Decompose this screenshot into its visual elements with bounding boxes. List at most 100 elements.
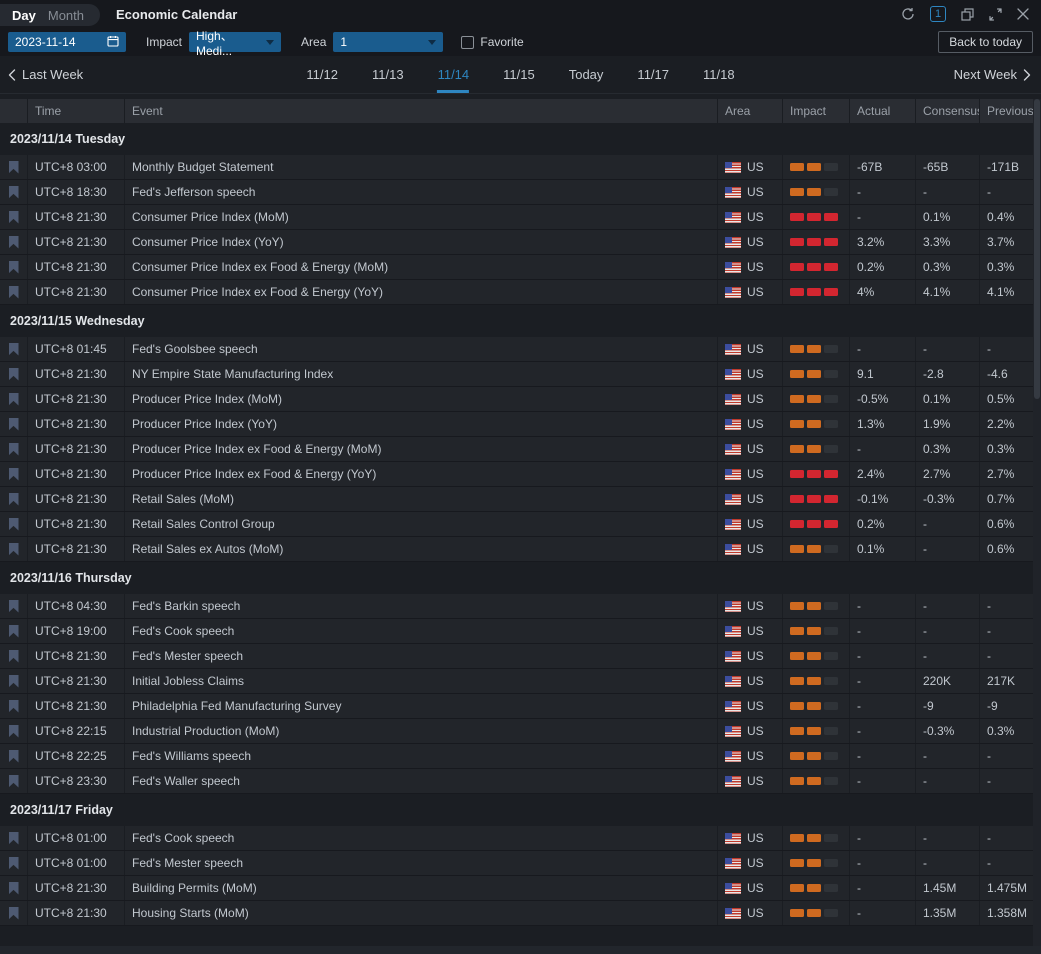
restore-window-icon[interactable] xyxy=(961,8,974,21)
bookmark-icon[interactable] xyxy=(9,725,19,738)
favorite-checkbox[interactable] xyxy=(461,36,474,49)
table-row[interactable]: UTC+8 03:00Monthly Budget StatementUS-67… xyxy=(0,155,1041,180)
area-label: US xyxy=(747,260,764,274)
consensus-cell: - xyxy=(916,337,980,361)
actual-cell: 2.4% xyxy=(850,462,916,486)
week-day-tab-11-13[interactable]: 11/13 xyxy=(370,56,406,93)
bookmark-icon[interactable] xyxy=(9,907,19,920)
bookmark-icon[interactable] xyxy=(9,493,19,506)
impact-bar-segment xyxy=(807,884,821,892)
week-day-tab-11-18[interactable]: 11/18 xyxy=(701,56,737,93)
table-row[interactable]: UTC+8 19:00Fed's Cook speechUS--- xyxy=(0,619,1041,644)
actual-cell: 1.3% xyxy=(850,412,916,436)
bookmark-icon[interactable] xyxy=(9,700,19,713)
table-row[interactable]: UTC+8 22:15Industrial Production (MoM)US… xyxy=(0,719,1041,744)
table-row[interactable]: UTC+8 18:30Fed's Jefferson speechUS--- xyxy=(0,180,1041,205)
scrollbar-thumb[interactable] xyxy=(1034,99,1040,399)
bookmark-icon[interactable] xyxy=(9,518,19,531)
table-row[interactable]: UTC+8 21:30NY Empire State Manufacturing… xyxy=(0,362,1041,387)
refresh-icon[interactable] xyxy=(901,7,915,21)
bookmark-icon[interactable] xyxy=(9,832,19,845)
bookmark-icon[interactable] xyxy=(9,211,19,224)
us-flag-icon xyxy=(725,601,741,612)
bookmark-icon[interactable] xyxy=(9,882,19,895)
table-row[interactable]: UTC+8 23:30Fed's Waller speechUS--- xyxy=(0,769,1041,794)
close-icon[interactable] xyxy=(1017,8,1029,20)
impact-bar-segment xyxy=(790,884,804,892)
impact-bar-segment xyxy=(807,752,821,760)
actual-cell: - xyxy=(850,719,916,743)
us-flag-icon xyxy=(725,519,741,530)
week-day-tab-11-17[interactable]: 11/17 xyxy=(635,56,671,93)
actual-cell: - xyxy=(850,594,916,618)
table-row[interactable]: UTC+8 21:30Consumer Price Index ex Food … xyxy=(0,280,1041,305)
week-day-tab-11-15[interactable]: 11/15 xyxy=(501,56,537,93)
table-row[interactable]: UTC+8 01:45Fed's Goolsbee speechUS--- xyxy=(0,337,1041,362)
bookmark-icon[interactable] xyxy=(9,418,19,431)
consensus-cell: 1.35M xyxy=(916,901,980,925)
table-row[interactable]: UTC+8 21:30Consumer Price Index (YoY)US3… xyxy=(0,230,1041,255)
table-row[interactable]: UTC+8 21:30Consumer Price Index ex Food … xyxy=(0,255,1041,280)
bookmark-icon[interactable] xyxy=(9,625,19,638)
tab-month[interactable]: Month xyxy=(42,8,90,23)
vertical-scrollbar[interactable] xyxy=(1033,99,1041,946)
table-row[interactable]: UTC+8 22:25Fed's Williams speechUS--- xyxy=(0,744,1041,769)
table-row[interactable]: UTC+8 21:30Initial Jobless ClaimsUS-220K… xyxy=(0,669,1041,694)
week-day-tab-11-14[interactable]: 11/14 xyxy=(436,56,472,93)
table-row[interactable]: UTC+8 21:30Housing Starts (MoM)US-1.35M1… xyxy=(0,901,1041,926)
bookmark-icon[interactable] xyxy=(9,650,19,663)
bookmark-icon[interactable] xyxy=(9,186,19,199)
bookmark-icon[interactable] xyxy=(9,468,19,481)
bookmark-icon[interactable] xyxy=(9,543,19,556)
week-day-tab-Today[interactable]: Today xyxy=(567,56,606,93)
table-row[interactable]: UTC+8 21:30Building Permits (MoM)US-1.45… xyxy=(0,876,1041,901)
bookmark-icon[interactable] xyxy=(9,750,19,763)
area-cell: US xyxy=(718,594,783,618)
bookmark-icon[interactable] xyxy=(9,857,19,870)
table-row[interactable]: UTC+8 01:00Fed's Cook speechUS--- xyxy=(0,826,1041,851)
table-row[interactable]: UTC+8 21:30Producer Price Index (MoM)US-… xyxy=(0,387,1041,412)
section-date-header: 2023/11/15 Wednesday xyxy=(0,305,1041,337)
actual-cell: 3.2% xyxy=(850,230,916,254)
table-row[interactable]: UTC+8 21:30Philadelphia Fed Manufacturin… xyxy=(0,694,1041,719)
area-cell: US xyxy=(718,901,783,925)
table-row[interactable]: UTC+8 01:00Fed's Mester speechUS--- xyxy=(0,851,1041,876)
table-row[interactable]: UTC+8 04:30Fed's Barkin speechUS--- xyxy=(0,594,1041,619)
table-row[interactable]: UTC+8 21:30Consumer Price Index (MoM)US-… xyxy=(0,205,1041,230)
bookmark-icon[interactable] xyxy=(9,775,19,788)
bookmark-icon[interactable] xyxy=(9,286,19,299)
bookmark-icon[interactable] xyxy=(9,236,19,249)
bookmark-icon[interactable] xyxy=(9,393,19,406)
bookmark-icon[interactable] xyxy=(9,443,19,456)
next-week-button[interactable]: Next Week xyxy=(954,67,1031,82)
date-picker[interactable]: 2023-11-14 xyxy=(8,32,126,52)
area-label: US xyxy=(747,160,764,174)
table-row[interactable]: UTC+8 21:30Producer Price Index (YoY)US1… xyxy=(0,412,1041,437)
expand-icon[interactable] xyxy=(989,8,1002,21)
tab-day[interactable]: Day xyxy=(6,8,42,23)
favorite-cell xyxy=(0,337,28,361)
back-to-today-button[interactable]: Back to today xyxy=(938,31,1033,53)
week-day-tab-11-12[interactable]: 11/12 xyxy=(304,56,340,93)
table-row[interactable]: UTC+8 21:30Fed's Mester speechUS--- xyxy=(0,644,1041,669)
table-row[interactable]: UTC+8 21:30Retail Sales Control GroupUS0… xyxy=(0,512,1041,537)
impact-indicator xyxy=(783,594,850,618)
bookmark-icon[interactable] xyxy=(9,261,19,274)
table-row[interactable]: UTC+8 21:30Retail Sales (MoM)US-0.1%-0.3… xyxy=(0,487,1041,512)
bookmark-icon[interactable] xyxy=(9,675,19,688)
table-row[interactable]: UTC+8 21:30Producer Price Index ex Food … xyxy=(0,437,1041,462)
bookmark-icon[interactable] xyxy=(9,368,19,381)
bookmark-icon[interactable] xyxy=(9,161,19,174)
table-row[interactable]: UTC+8 21:30Producer Price Index ex Food … xyxy=(0,462,1041,487)
table-row[interactable]: UTC+8 21:30Retail Sales ex Autos (MoM)US… xyxy=(0,537,1041,562)
time-cell: UTC+8 21:30 xyxy=(28,230,125,254)
horizontal-scrollbar[interactable] xyxy=(0,946,1041,954)
window-count-badge[interactable]: 1 xyxy=(930,6,946,22)
bookmark-icon[interactable] xyxy=(9,343,19,356)
bookmark-icon[interactable] xyxy=(9,600,19,613)
last-week-button[interactable]: Last Week xyxy=(8,67,83,82)
favorite-cell xyxy=(0,487,28,511)
area-filter-dropdown[interactable]: 1 xyxy=(333,32,443,52)
impact-indicator xyxy=(783,644,850,668)
impact-filter-dropdown[interactable]: High、Medi... xyxy=(189,32,281,52)
